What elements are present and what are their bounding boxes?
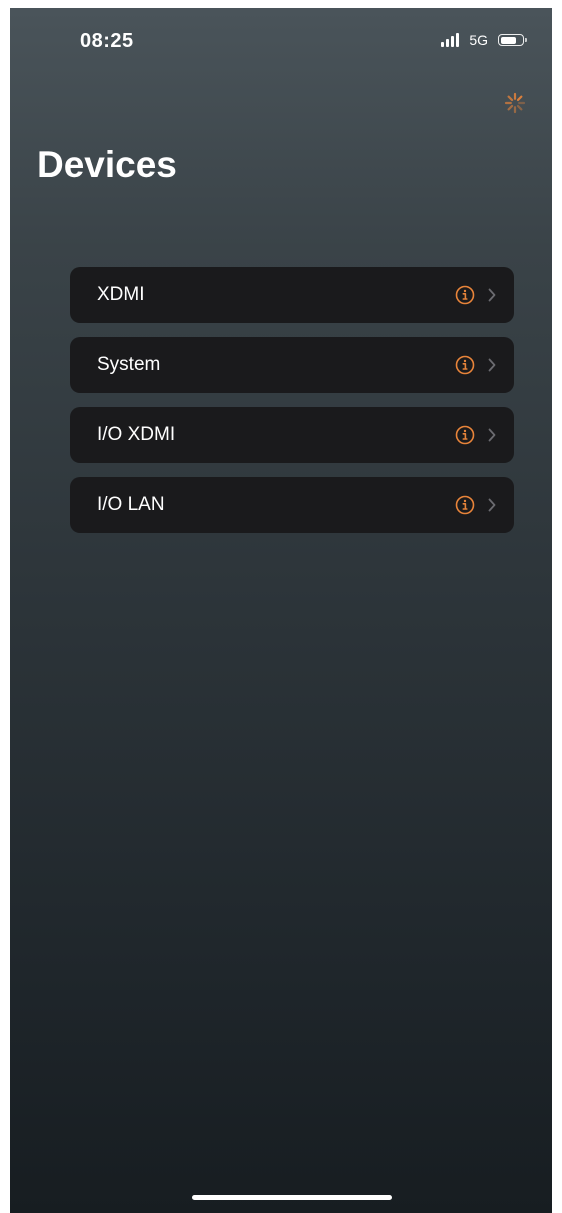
- chevron-right-icon: [486, 497, 498, 513]
- status-time: 08:25: [80, 30, 134, 52]
- device-label: System: [97, 354, 161, 375]
- status-bar: 08:25 5G: [10, 8, 552, 68]
- chevron-right-icon: [486, 357, 498, 373]
- device-list: XDMI System I/O XDMI I/O LAN: [70, 267, 514, 547]
- home-indicator[interactable]: [192, 1195, 392, 1200]
- info-circle-icon[interactable]: [454, 424, 476, 446]
- network-type: 5G: [469, 32, 488, 48]
- cellular-signal-icon: [441, 33, 460, 47]
- chevron-right-icon: [486, 287, 498, 303]
- device-label: I/O XDMI: [97, 424, 176, 445]
- info-circle-icon[interactable]: [454, 494, 476, 516]
- device-row[interactable]: XDMI: [70, 267, 514, 323]
- status-indicators: 5G: [441, 32, 527, 48]
- info-circle-icon[interactable]: [454, 354, 476, 376]
- device-row[interactable]: I/O LAN: [70, 477, 514, 533]
- chevron-right-icon: [486, 427, 498, 443]
- device-label: XDMI: [97, 284, 145, 305]
- battery-level: [500, 36, 516, 44]
- loading-spinner-icon: [504, 92, 526, 114]
- info-circle-icon[interactable]: [454, 284, 476, 306]
- device-row[interactable]: System: [70, 337, 514, 393]
- device-label: I/O LAN: [97, 494, 165, 515]
- app-screen: 08:25 5G Devices XDMI System I/O XDMI I/O L…: [10, 8, 552, 1213]
- device-row[interactable]: I/O XDMI: [70, 407, 514, 463]
- battery-icon: [498, 34, 527, 46]
- page-title: Devices: [37, 144, 177, 185]
